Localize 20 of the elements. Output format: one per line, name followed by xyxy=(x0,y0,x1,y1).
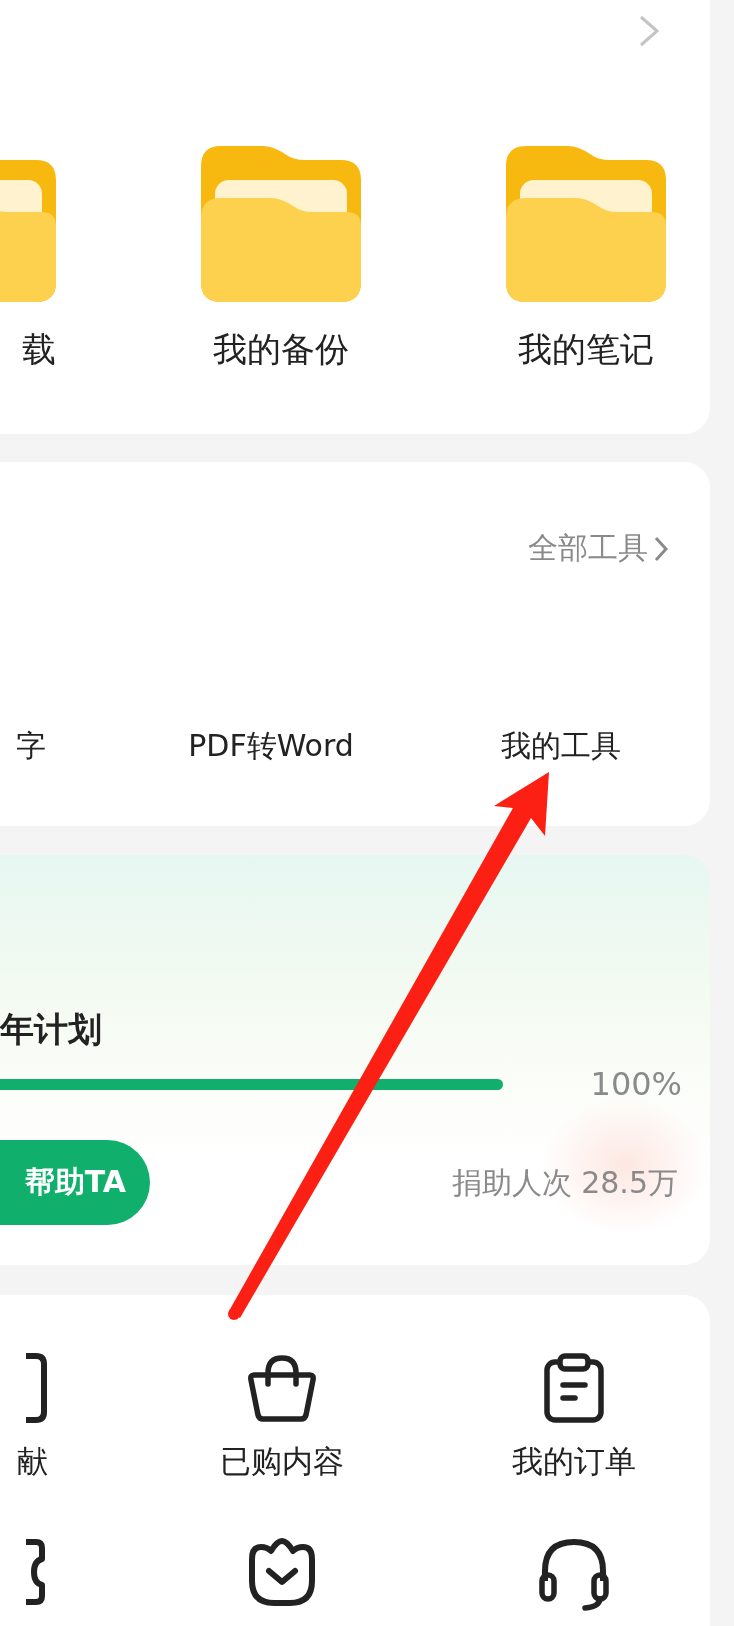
folder-label[interactable]: 我的笔记 xyxy=(517,328,654,370)
service-label[interactable]: 献 xyxy=(17,1441,48,1483)
folder-label[interactable]: 载 xyxy=(22,328,56,370)
tool-label[interactable]: 字 xyxy=(0,726,46,767)
donor-count: 捐助人次 28.5万 xyxy=(451,1164,678,1202)
clipboard-icon[interactable] xyxy=(543,1353,605,1423)
box-icon[interactable] xyxy=(26,1353,48,1423)
bag-icon[interactable] xyxy=(246,1353,318,1423)
chevron-right-icon xyxy=(654,535,668,562)
service-label[interactable]: 已购内容 xyxy=(220,1441,344,1483)
folder-icon xyxy=(505,146,666,302)
tulip-chevron-icon[interactable] xyxy=(247,1537,317,1607)
folder-label[interactable]: 我的备份 xyxy=(212,328,349,370)
progress-percent: 100% xyxy=(590,1065,682,1103)
service-label[interactable]: 我的订单 xyxy=(512,1441,636,1483)
folder-icon xyxy=(200,146,361,302)
tool-label[interactable]: 我的工具 xyxy=(416,726,706,767)
ticket-icon[interactable] xyxy=(26,1537,48,1607)
tool-label[interactable]: PDF转Word xyxy=(126,726,416,767)
headset-icon[interactable] xyxy=(539,1537,609,1611)
